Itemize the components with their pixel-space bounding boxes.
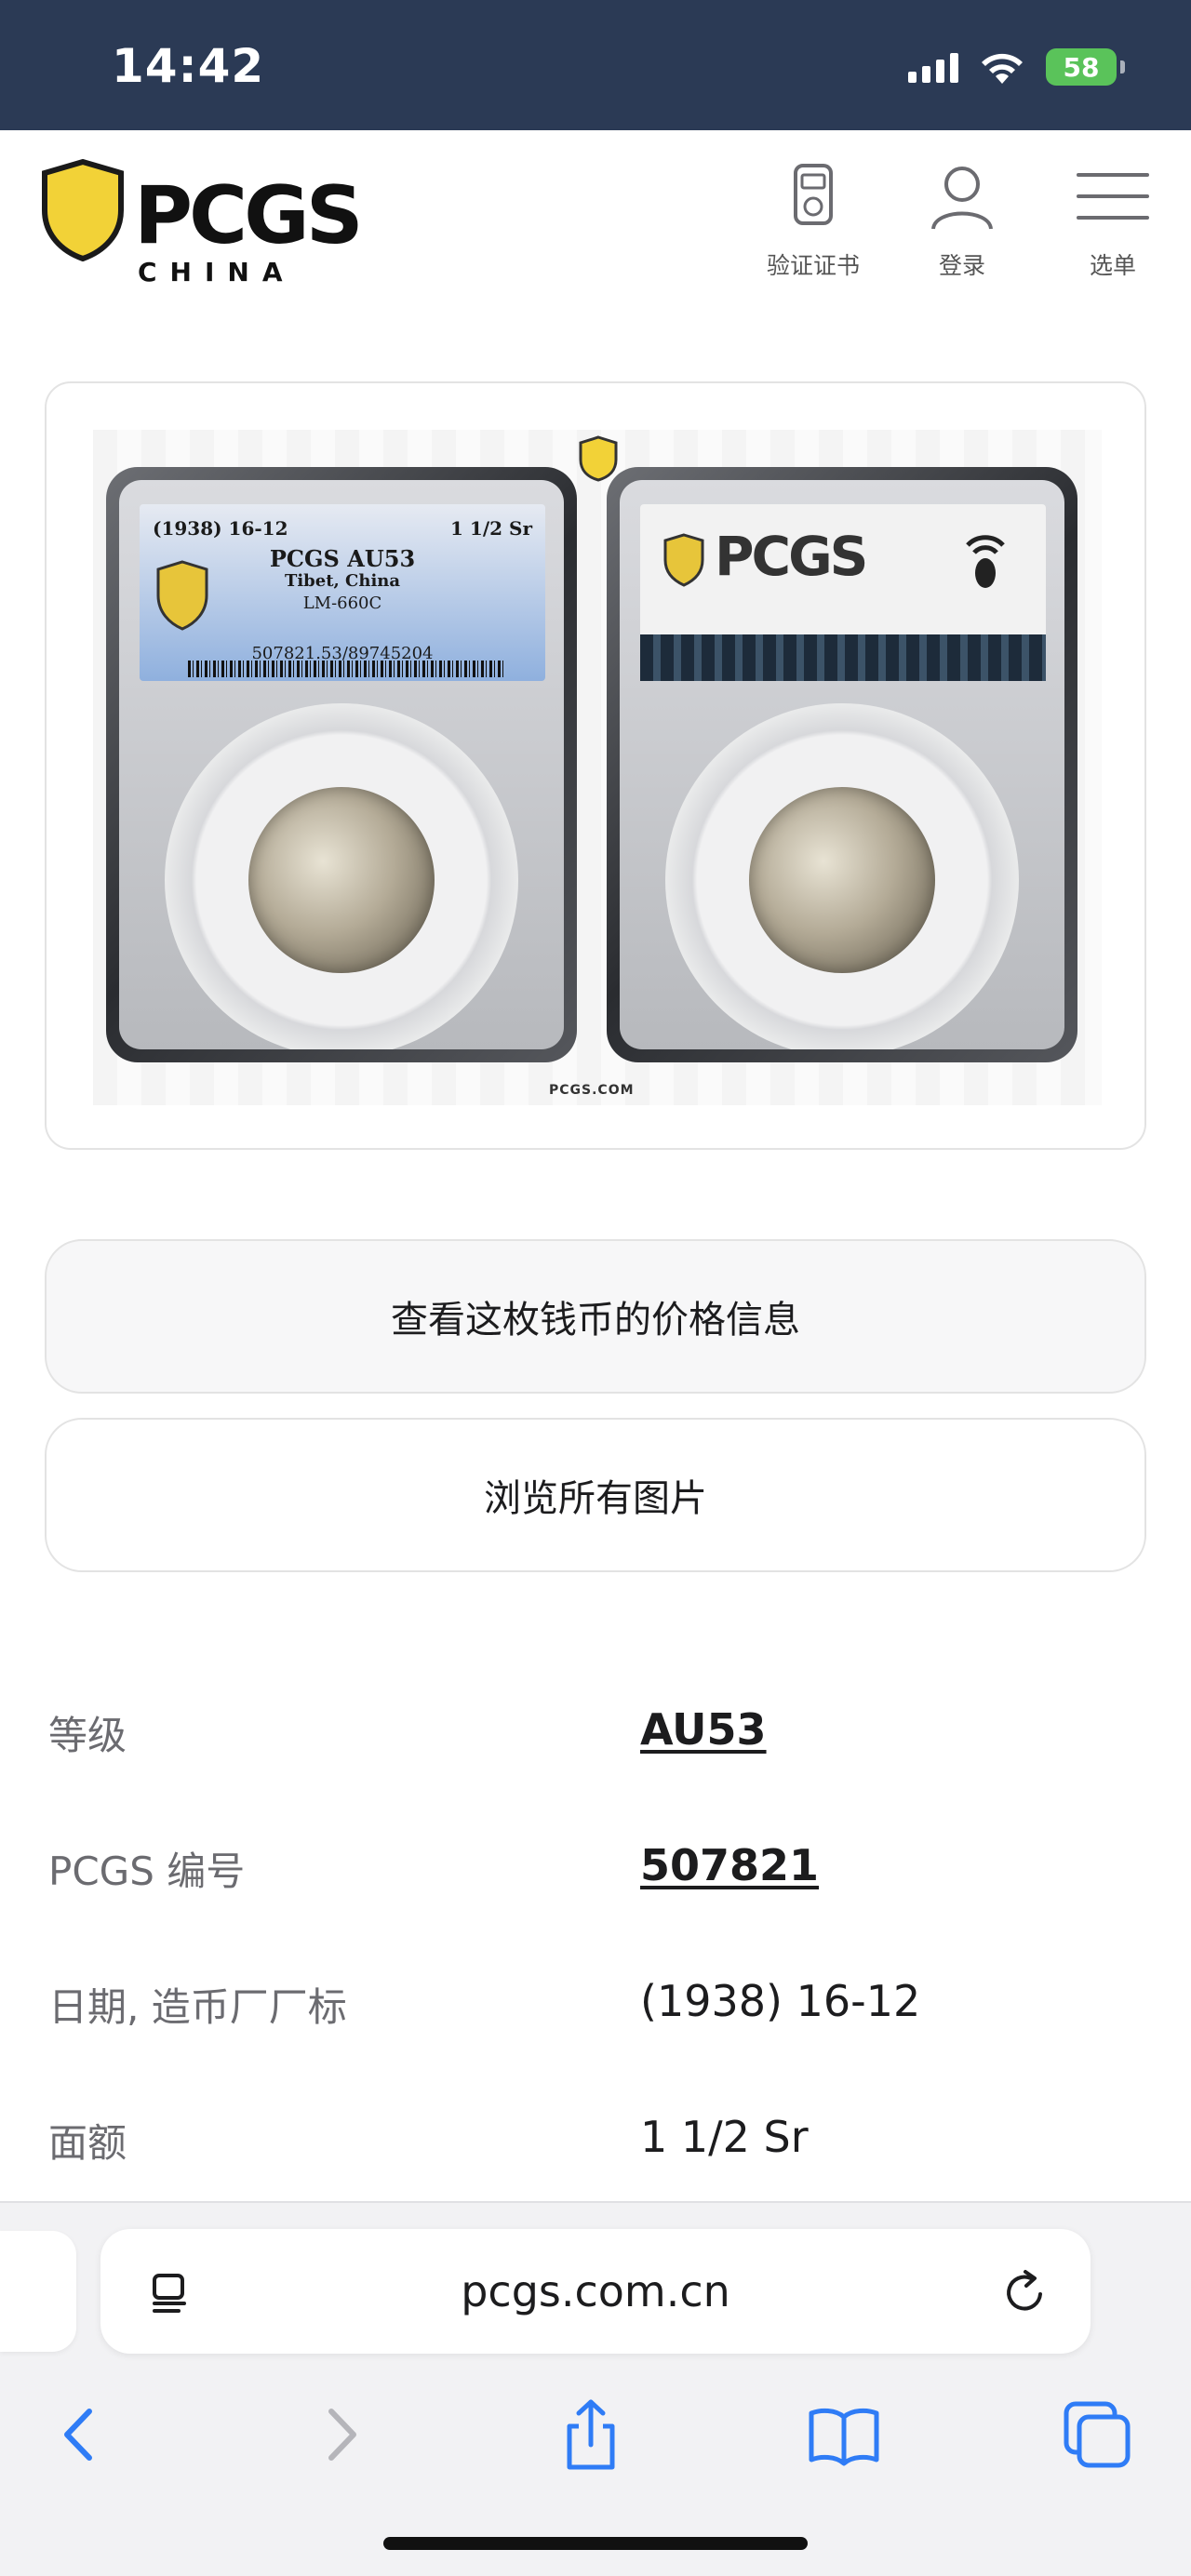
site-header: PCGS CHINA 验证证书 登录 选单: [0, 130, 1191, 316]
all-photos-button[interactable]: 浏览所有图片: [45, 1418, 1146, 1572]
back-label-brand: PCGS: [715, 525, 868, 588]
battery-icon: 58: [1046, 48, 1125, 86]
slab-back: PCGS: [607, 467, 1077, 1062]
verify-cert-button[interactable]: 验证证书: [748, 154, 878, 294]
back-arrow-icon[interactable]: [39, 2393, 123, 2476]
detail-row-grade: 等级 AU53: [48, 1693, 1146, 1768]
detail-row-date-mint: 日期, 造币厂厂标 (1938) 16-12: [48, 1965, 1146, 2039]
image-watermark: PCGS.COM: [549, 1083, 635, 1098]
logo-wordmark: PCGS: [134, 169, 364, 262]
share-icon[interactable]: [549, 2393, 633, 2476]
login-button[interactable]: 登录: [897, 154, 1027, 294]
reload-icon[interactable]: [997, 2264, 1053, 2320]
url-text: pcgs.com.cn: [461, 2266, 730, 2316]
forward-arrow-icon[interactable]: [298, 2393, 381, 2476]
coin-slab-image: (1938) 16-12 1 1/2 Sr PCGS AU53 Tibet, C…: [93, 430, 1102, 1105]
hamburger-menu-icon: [1077, 173, 1149, 220]
date-mint-label: 日期, 造币厂厂标: [48, 1984, 347, 2030]
coin-obverse: [248, 787, 435, 973]
slab-front: (1938) 16-12 1 1/2 Sr PCGS AU53 Tibet, C…: [106, 467, 577, 1062]
denomination-value: 1 1/2 Sr: [640, 2112, 809, 2162]
browser-toolbar: pcgs.com.cn: [0, 2201, 1191, 2576]
battery-level: 58: [1063, 51, 1100, 83]
status-bar: 14:42 58: [0, 0, 1191, 130]
menu-label: 选单: [1089, 252, 1136, 279]
grade-value-link[interactable]: AU53: [640, 1704, 767, 1755]
nfc-icon: [966, 535, 1005, 588]
grade-label: 等级: [48, 1713, 127, 1758]
home-indicator: [383, 2537, 808, 2550]
barcode: [188, 661, 504, 677]
price-info-button[interactable]: 查看这枚钱币的价格信息: [45, 1239, 1146, 1394]
browser-nav-row: [0, 2383, 1191, 2486]
wifi-icon: [982, 53, 1023, 84]
cellular-signal-icon: [908, 51, 958, 83]
shield-logo-icon: [42, 158, 124, 262]
coin-well-back: [665, 703, 1019, 1049]
pcgs-china-logo[interactable]: PCGS CHINA: [41, 158, 364, 287]
login-label: 登录: [938, 252, 985, 279]
certificate-icon: [794, 164, 833, 225]
bookmarks-icon[interactable]: [802, 2393, 886, 2476]
front-label: (1938) 16-12 1 1/2 Sr PCGS AU53 Tibet, C…: [140, 504, 545, 681]
user-icon: [931, 167, 993, 230]
menu-button[interactable]: 选单: [1048, 154, 1178, 294]
hologram-strip: [640, 634, 1046, 681]
pcgs-seal-icon: [579, 435, 618, 482]
logo-subtext: CHINA: [138, 257, 296, 287]
denomination-label: 面额: [48, 2120, 127, 2166]
detail-row-denomination: 面额 1 1/2 Sr: [48, 2101, 1146, 2175]
status-icons: 58: [908, 43, 1125, 91]
coin-reverse: [749, 787, 935, 973]
detail-row-pcgs-number: PCGS 编号 507821: [48, 1829, 1146, 1903]
previous-tab-peek[interactable]: [0, 2231, 76, 2352]
address-bar[interactable]: pcgs.com.cn: [100, 2229, 1091, 2354]
label-shield-icon: [156, 560, 208, 631]
status-time: 14:42: [112, 39, 265, 93]
verify-cert-label: 验证证书: [766, 252, 860, 279]
date-mint-value: (1938) 16-12: [640, 1976, 921, 2026]
label-date: (1938) 16-12: [153, 517, 288, 540]
tabs-icon[interactable]: [1055, 2393, 1139, 2476]
pcgs-number-label: PCGS 编号: [48, 1849, 246, 1894]
back-label-shield-icon: [663, 533, 704, 587]
back-label: PCGS: [640, 504, 1046, 681]
pcgs-number-value-link[interactable]: 507821: [640, 1840, 819, 1890]
coin-well-front: [165, 703, 518, 1049]
label-denomination: 1 1/2 Sr: [450, 517, 532, 540]
coin-image-card[interactable]: (1938) 16-12 1 1/2 Sr PCGS AU53 Tibet, C…: [45, 381, 1146, 1150]
